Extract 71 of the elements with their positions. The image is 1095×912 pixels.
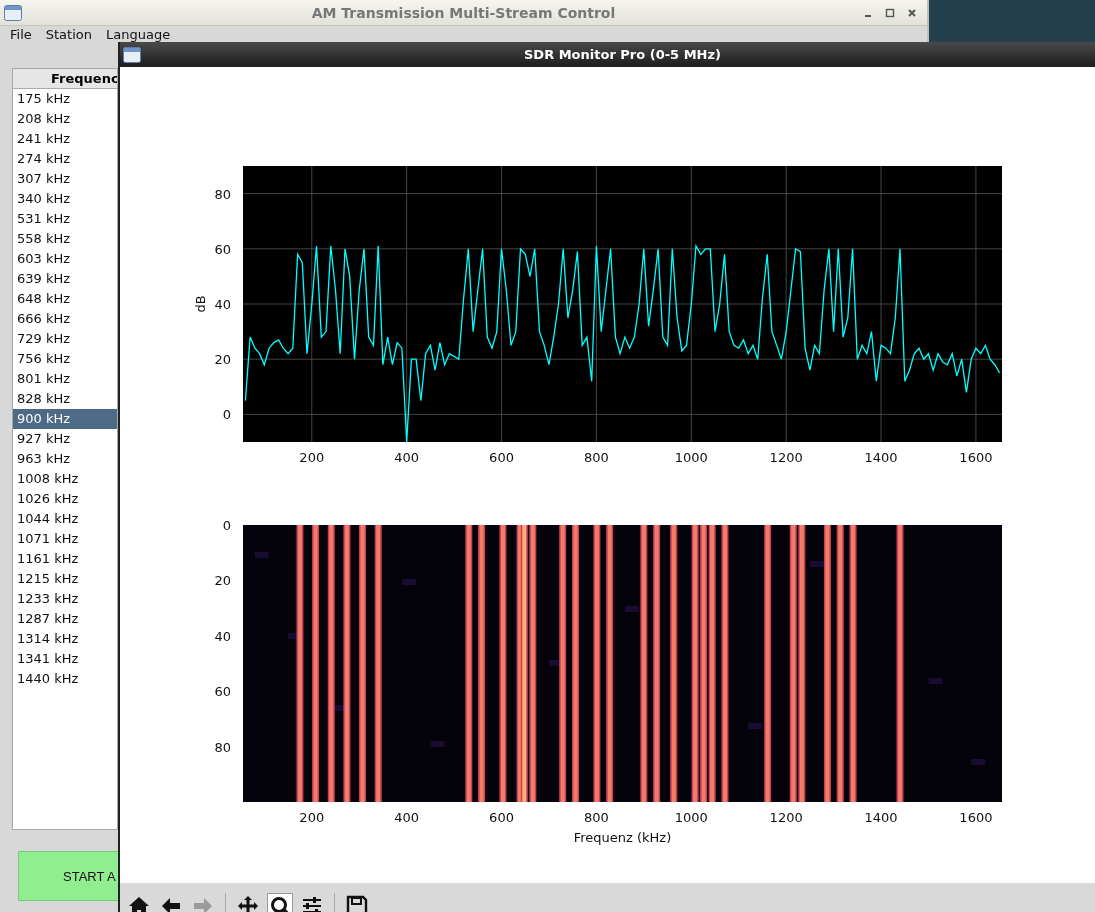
- tick-label: 800: [584, 450, 609, 465]
- tick-label: 1600: [959, 810, 993, 825]
- list-item[interactable]: 307 kHz: [13, 169, 117, 189]
- list-item[interactable]: 208 kHz: [13, 109, 117, 129]
- window-title: AM Transmission Multi-Stream Control: [310, 4, 617, 21]
- list-item[interactable]: 1161 kHz: [13, 549, 117, 569]
- tick-label: 800: [584, 810, 609, 825]
- list-item[interactable]: 531 kHz: [13, 209, 117, 229]
- list-item[interactable]: 828 kHz: [13, 389, 117, 409]
- tick-label: 1200: [769, 810, 803, 825]
- tick-label: 600: [489, 810, 514, 825]
- list-item[interactable]: 1071 kHz: [13, 529, 117, 549]
- tick-label: 1000: [674, 450, 708, 465]
- save-icon[interactable]: [344, 893, 370, 912]
- list-item[interactable]: 1215 kHz: [13, 569, 117, 589]
- list-item[interactable]: 927 kHz: [13, 429, 117, 449]
- list-item[interactable]: 1233 kHz: [13, 589, 117, 609]
- menu-item[interactable]: Language: [106, 27, 171, 42]
- tick-label: 40: [214, 628, 231, 644]
- list-item[interactable]: 648 kHz: [13, 289, 117, 309]
- start-button[interactable]: START A: [18, 851, 118, 901]
- menu-item[interactable]: File: [10, 27, 32, 42]
- list-item[interactable]: 729 kHz: [13, 329, 117, 349]
- list-item[interactable]: 241 kHz: [13, 129, 117, 149]
- tick-label: 1600: [959, 450, 993, 465]
- tick-label: 20: [214, 573, 231, 589]
- axis-label: dB: [193, 295, 208, 313]
- list-item[interactable]: 666 kHz: [13, 309, 117, 329]
- menu-item[interactable]: Station: [45, 27, 92, 42]
- tick-label: 0: [222, 518, 231, 533]
- tick-label: 40: [214, 297, 231, 312]
- list-item[interactable]: 175 kHz: [13, 89, 117, 109]
- tick-label: 600: [489, 450, 514, 465]
- axis-label: Frequenz (kHz): [573, 830, 672, 845]
- window-icon: [123, 46, 141, 63]
- tick-label: 60: [214, 241, 231, 257]
- list-item[interactable]: 274 kHz: [13, 149, 117, 169]
- tick-label: 1000: [674, 810, 708, 825]
- list-item[interactable]: 603 kHz: [13, 249, 117, 269]
- tick-label: 200: [299, 450, 325, 465]
- list-item[interactable]: 756 kHz: [13, 349, 117, 369]
- list-item[interactable]: 1440 kHz: [13, 669, 117, 689]
- list-item[interactable]: 1341 kHz: [13, 649, 117, 669]
- window-title: SDR Monitor Pro (0-5 MHz): [523, 47, 722, 62]
- list-item[interactable]: 900 kHz: [13, 409, 117, 429]
- tick-label: 0: [222, 407, 231, 423]
- list-item[interactable]: 1044 kHz: [13, 509, 117, 529]
- list-item[interactable]: 558 kHz: [13, 229, 117, 249]
- tick-label: 20: [214, 352, 231, 368]
- tick-label: 1400: [864, 450, 898, 465]
- maximize-icon[interactable]: [885, 7, 895, 18]
- tick-label: 80: [214, 739, 231, 755]
- list-item[interactable]: 801 kHz: [13, 369, 117, 389]
- close-icon[interactable]: [907, 7, 917, 18]
- tick-label: 1400: [864, 810, 898, 825]
- list-item[interactable]: 340 kHz: [13, 189, 117, 209]
- tick-label: 400: [394, 450, 420, 465]
- tick-label: 400: [394, 810, 420, 825]
- list-item[interactable]: 639 kHz: [13, 269, 117, 289]
- column-header[interactable]: Frequenc: [13, 69, 117, 89]
- list-item[interactable]: 1026 kHz: [13, 489, 117, 509]
- tick-label: 60: [214, 684, 231, 700]
- tick-label: 1200: [769, 450, 803, 465]
- tick-label: 200: [299, 810, 325, 825]
- list-item[interactable]: 1314 kHz: [13, 629, 117, 649]
- window-icon: [4, 4, 22, 21]
- zoom-icon[interactable]: [267, 893, 293, 912]
- tick-label: 80: [214, 186, 231, 202]
- list-item[interactable]: 1287 kHz: [13, 609, 117, 629]
- list-item[interactable]: 963 kHz: [13, 449, 117, 469]
- list-item[interactable]: 1008 kHz: [13, 469, 117, 489]
